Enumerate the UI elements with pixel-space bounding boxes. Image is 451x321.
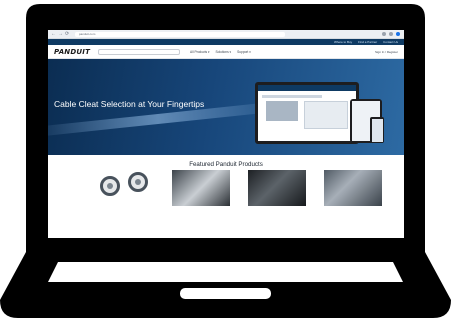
featured-products-heading: Featured Panduit Products — [189, 161, 263, 168]
featured-products-grid — [96, 170, 396, 238]
laptop-screen: ← → ⟳ panduit.com Where to Buy Find a Pa… — [48, 30, 404, 238]
menu-support[interactable]: Support ▾ — [237, 50, 251, 54]
utility-link-contact[interactable]: Contact Us — [383, 40, 398, 44]
hero-banner: Cable Cleat Selection at Your Fingertips — [48, 59, 404, 155]
hero-title: Cable Cleat Selection at Your Fingertips — [54, 99, 205, 109]
account-link[interactable]: Sign In / Register — [375, 50, 398, 54]
bookmark-icon[interactable] — [382, 32, 386, 36]
search-input[interactable] — [98, 48, 181, 55]
product-card[interactable] — [172, 170, 234, 211]
forward-icon[interactable]: → — [58, 32, 63, 37]
product-card[interactable] — [324, 170, 386, 211]
browser-toolbar: ← → ⟳ panduit.com — [48, 30, 404, 39]
menu-solutions[interactable]: Solutions ▾ — [216, 50, 232, 54]
profile-icon[interactable] — [396, 32, 400, 36]
product-image-cable-cleats[interactable] — [96, 170, 154, 206]
product-image[interactable] — [172, 170, 230, 206]
reload-icon[interactable]: ⟳ — [65, 32, 69, 37]
utility-link-where-to-buy[interactable]: Where to Buy — [334, 40, 352, 44]
main-menu: All Products ▾ Solutions ▾ Support ▾ — [190, 50, 251, 54]
device-phone-image — [370, 117, 384, 143]
device-monitor-image — [255, 82, 359, 144]
extensions-icon[interactable] — [389, 32, 393, 36]
panduit-logo[interactable]: PANDUIT — [54, 48, 90, 56]
product-card[interactable] — [248, 170, 310, 211]
laptop-illustration: ← → ⟳ panduit.com Where to Buy Find a Pa… — [0, 0, 451, 321]
utility-link-find-partner[interactable]: Find a Partner — [358, 40, 377, 44]
product-card[interactable] — [96, 170, 158, 211]
site-header: PANDUIT All Products ▾ Solutions ▾ Suppo… — [48, 45, 404, 59]
product-image[interactable] — [324, 170, 382, 206]
menu-all-products[interactable]: All Products ▾ — [190, 50, 210, 54]
back-icon[interactable]: ← — [51, 32, 56, 37]
product-image[interactable] — [248, 170, 306, 206]
address-bar[interactable]: panduit.com — [75, 31, 285, 37]
